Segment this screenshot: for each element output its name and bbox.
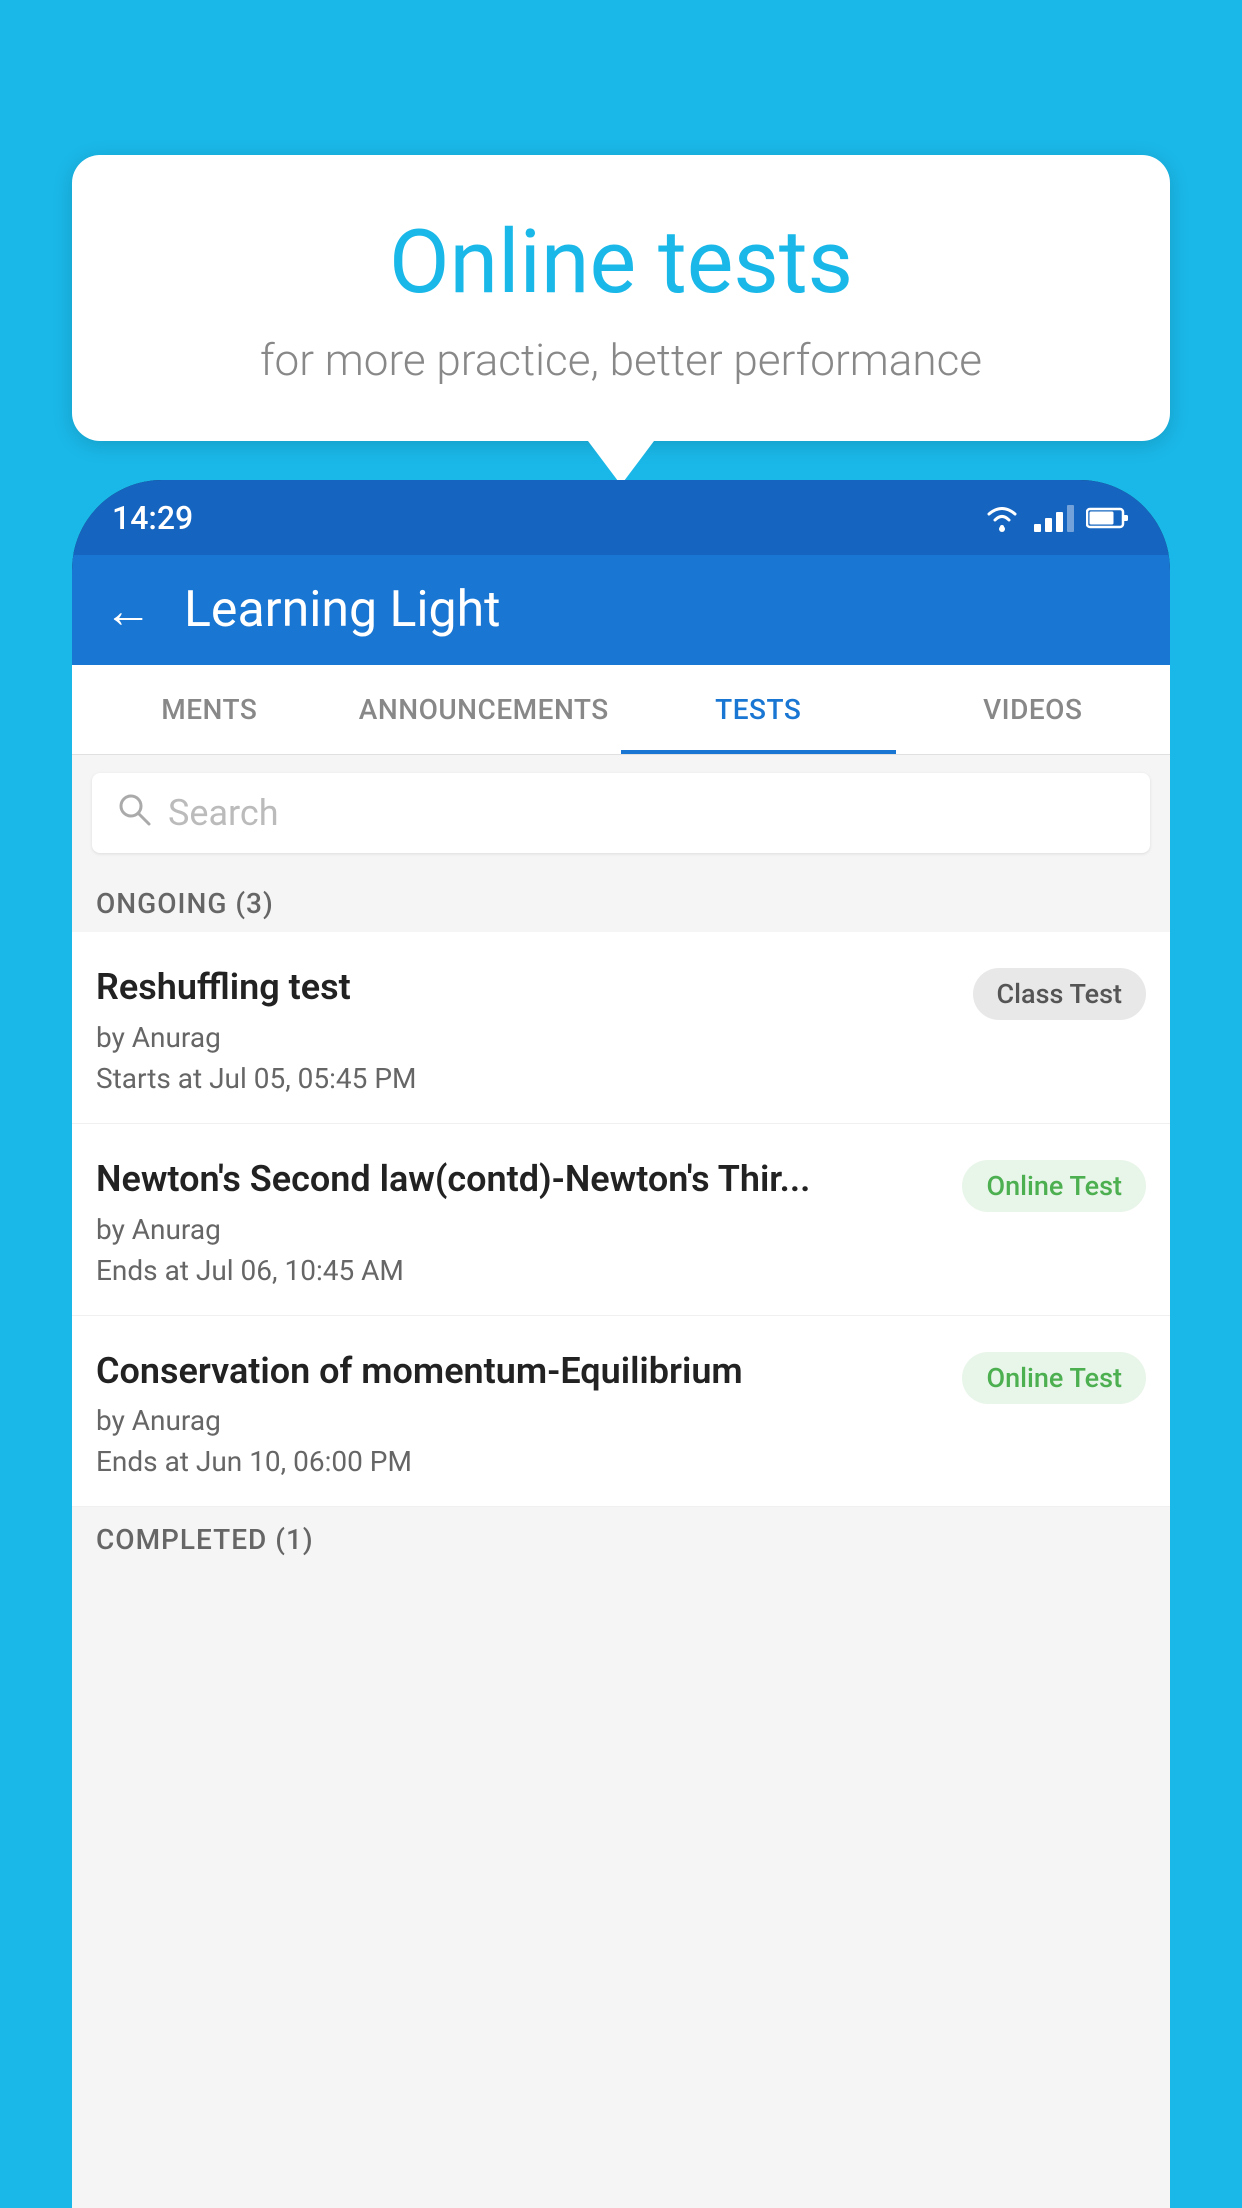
phone-content: Search ONGOING (3) Reshuffling test by A…	[72, 755, 1170, 2208]
bubble-subtitle: for more practice, better performance	[132, 334, 1110, 386]
ongoing-section-header: ONGOING (3)	[72, 871, 1170, 932]
test-time-newtons: Ends at Jul 06, 10:45 AM	[96, 1254, 942, 1287]
wifi-icon	[982, 503, 1022, 533]
test-author-conservation: by Anurag	[96, 1404, 942, 1437]
tab-bar: MENTS ANNOUNCEMENTS TESTS VIDEOS	[72, 665, 1170, 755]
tab-tests[interactable]: TESTS	[621, 665, 896, 754]
test-item-newtons[interactable]: Newton's Second law(contd)-Newton's Thir…	[72, 1124, 1170, 1316]
test-badge-reshuffling: Class Test	[973, 968, 1147, 1020]
bubble-title: Online tests	[132, 215, 1110, 312]
test-badge-newtons: Online Test	[962, 1160, 1146, 1212]
test-info-conservation: Conservation of momentum-Equilibrium by …	[96, 1348, 962, 1479]
tab-ments[interactable]: MENTS	[72, 665, 347, 754]
search-input-placeholder: Search	[168, 792, 279, 834]
tab-videos[interactable]: VIDEOS	[896, 665, 1171, 754]
battery-icon	[1086, 506, 1130, 530]
speech-bubble: Online tests for more practice, better p…	[72, 155, 1170, 441]
app-bar: ← Learning Light	[72, 555, 1170, 665]
back-button[interactable]: ←	[104, 582, 152, 639]
completed-section-header: COMPLETED (1)	[72, 1507, 1170, 1568]
test-item-conservation[interactable]: Conservation of momentum-Equilibrium by …	[72, 1316, 1170, 1508]
search-icon	[116, 791, 152, 836]
app-title: Learning Light	[184, 581, 501, 639]
test-list: Reshuffling test by Anurag Starts at Jul…	[72, 932, 1170, 1507]
test-info-reshuffling: Reshuffling test by Anurag Starts at Jul…	[96, 964, 973, 1095]
test-author-reshuffling: by Anurag	[96, 1021, 953, 1054]
test-time-conservation: Ends at Jun 10, 06:00 PM	[96, 1445, 942, 1478]
status-icons	[982, 503, 1130, 533]
test-name-reshuffling: Reshuffling test	[96, 964, 953, 1011]
test-item-reshuffling[interactable]: Reshuffling test by Anurag Starts at Jul…	[72, 932, 1170, 1124]
search-bar[interactable]: Search	[92, 773, 1150, 853]
status-bar: 14:29	[72, 480, 1170, 555]
status-time: 14:29	[112, 499, 193, 537]
tab-announcements[interactable]: ANNOUNCEMENTS	[347, 665, 622, 754]
test-time-reshuffling: Starts at Jul 05, 05:45 PM	[96, 1062, 953, 1095]
test-badge-conservation: Online Test	[962, 1352, 1146, 1404]
signal-icon	[1034, 504, 1074, 532]
test-info-newtons: Newton's Second law(contd)-Newton's Thir…	[96, 1156, 962, 1287]
test-name-newtons: Newton's Second law(contd)-Newton's Thir…	[96, 1156, 942, 1203]
test-name-conservation: Conservation of momentum-Equilibrium	[96, 1348, 942, 1395]
test-author-newtons: by Anurag	[96, 1213, 942, 1246]
phone-frame: 14:29 ← Le	[72, 480, 1170, 2208]
